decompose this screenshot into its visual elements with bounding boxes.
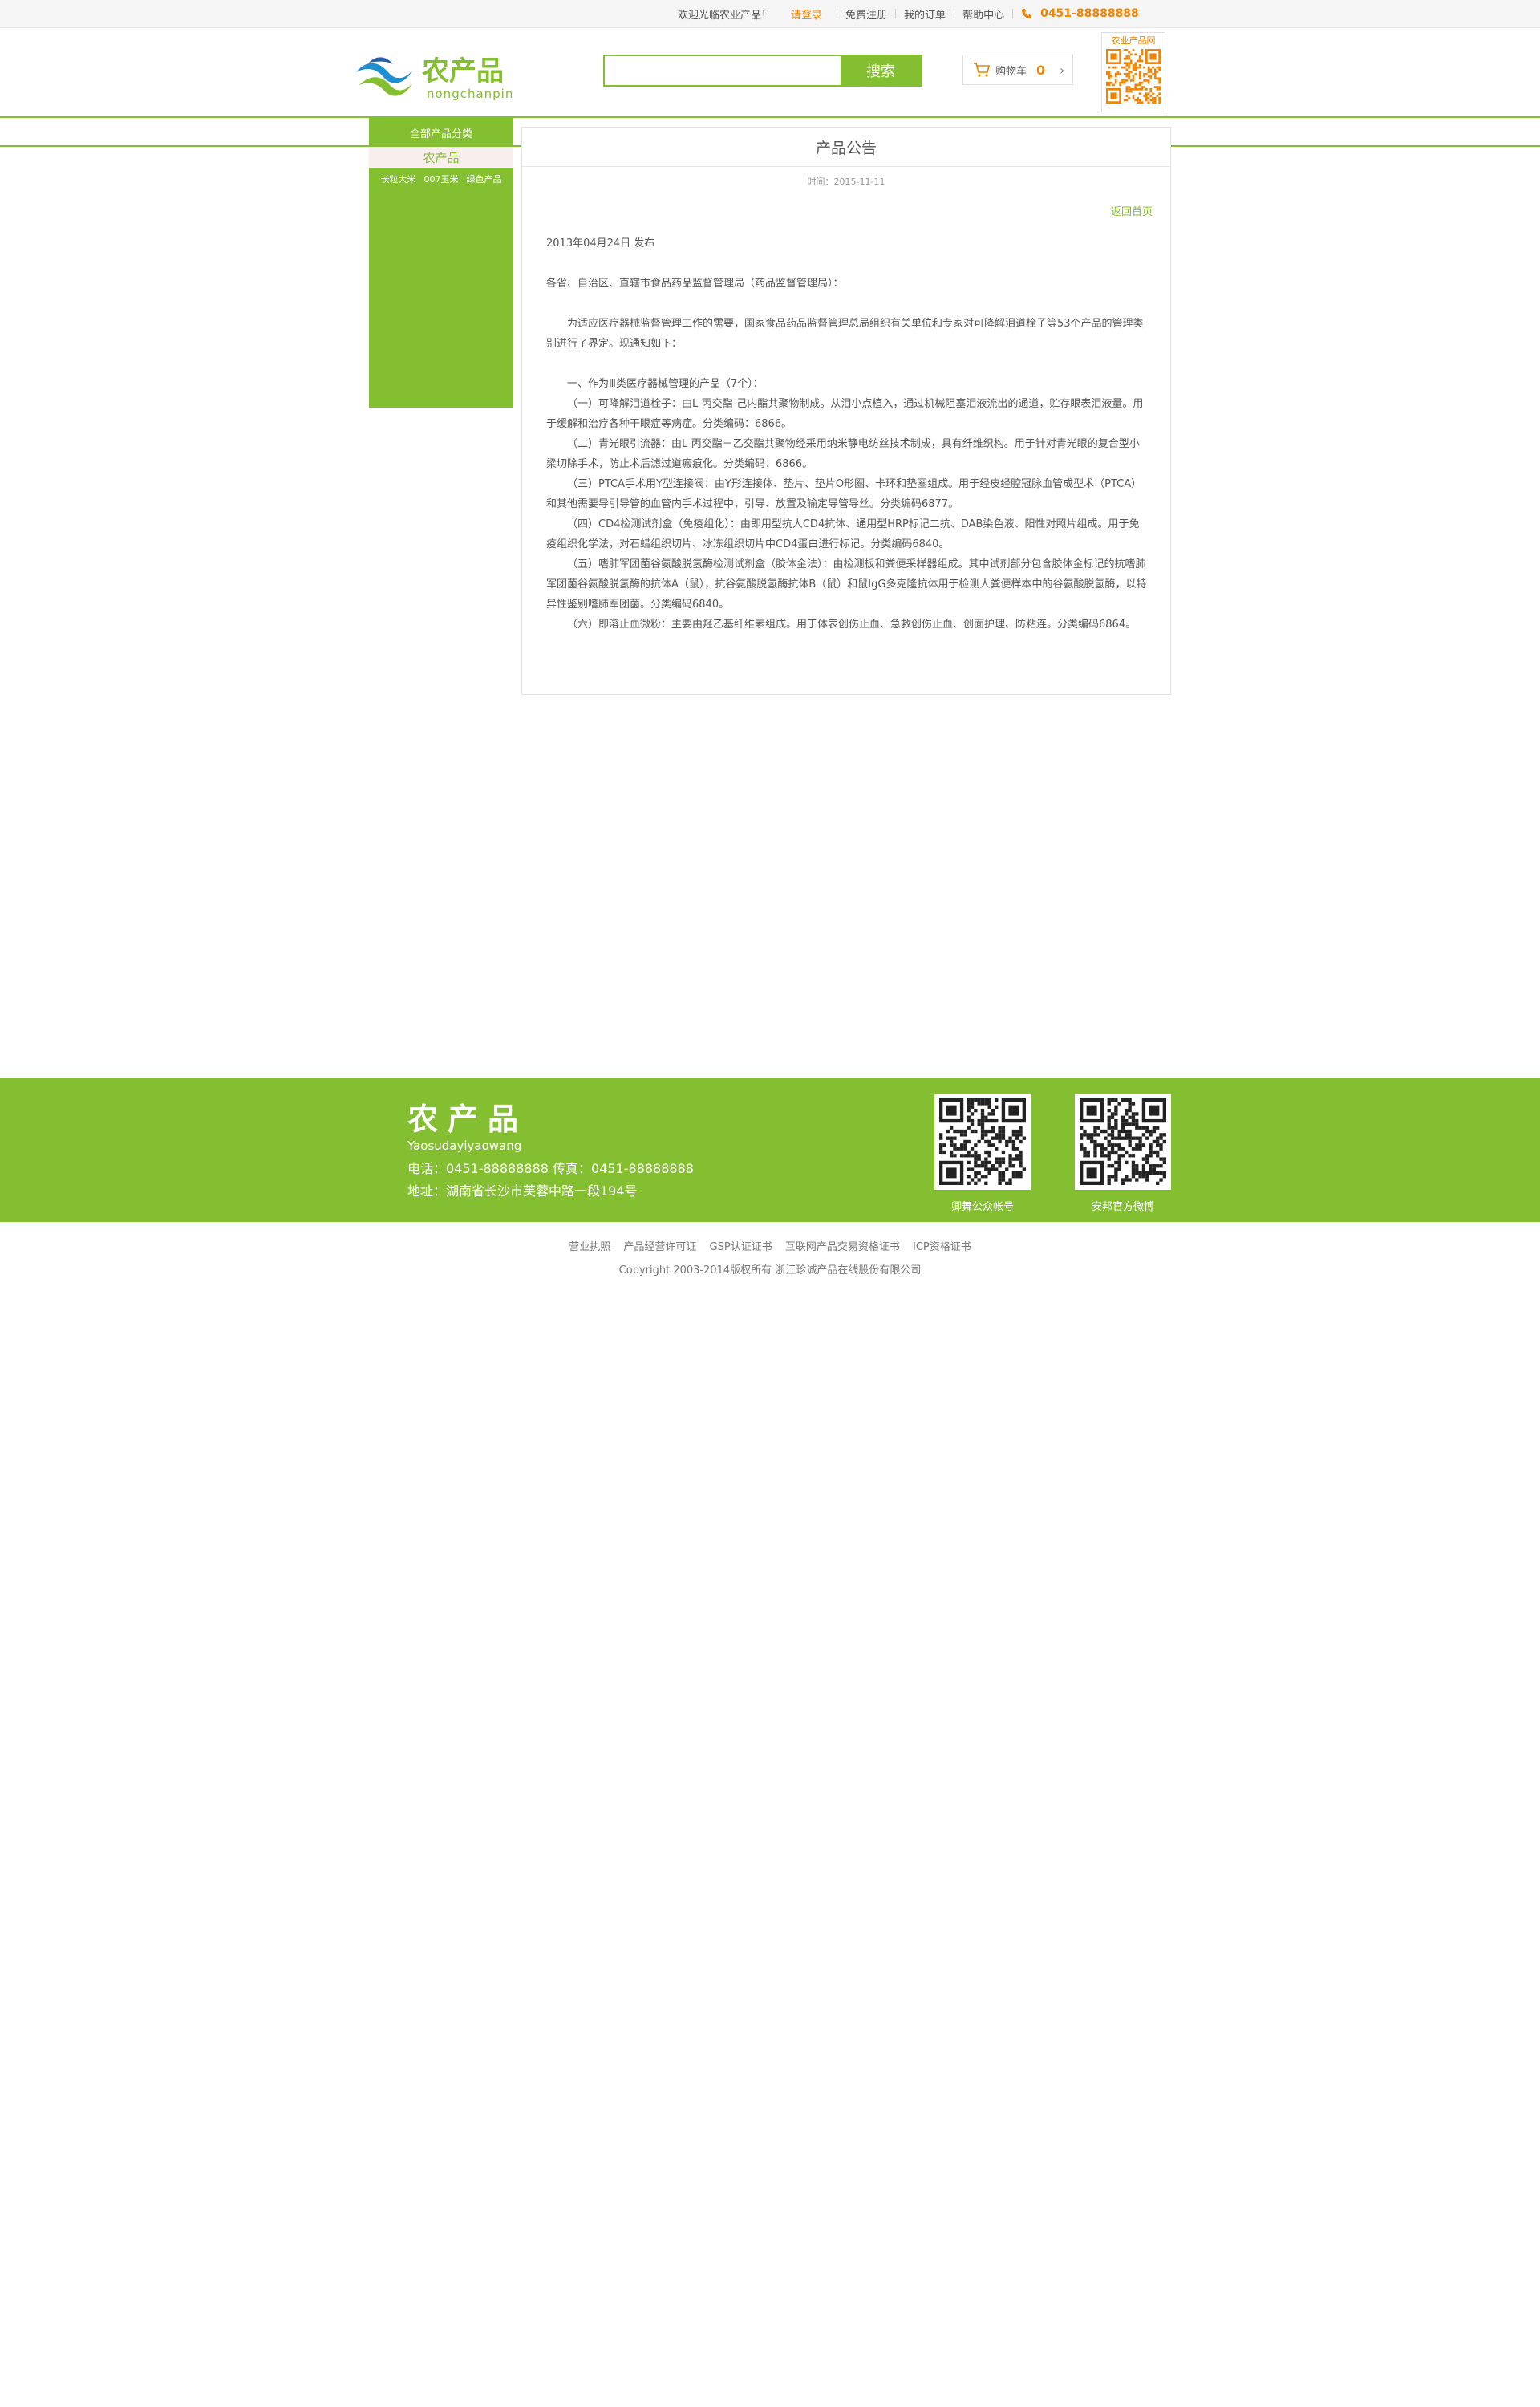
article-item: （一）可降解泪道栓子：由L-丙交酯-己内酯共聚物制成。从泪小点植入，通过机械阻塞… xyxy=(546,398,1144,430)
article-item: （二）青光眼引流器：由L-丙交酯－乙交酯共聚物经采用纳米静电纺丝技术制成，具有纤… xyxy=(546,438,1140,470)
qr-code-icon xyxy=(1106,49,1161,104)
article-item: （五）嗜肺军团菌谷氨酸脱氢酶检测试剂盒（胶体金法）：由检测板和粪便采样器组成。其… xyxy=(546,558,1147,611)
footer-contact: 电话：0451-88888888 传真：0451-88888888 地址：湖南省… xyxy=(407,1158,694,1203)
footer-qr-weibo: 安邦官方微博 xyxy=(1075,1094,1171,1213)
all-categories-button[interactable]: 全部产品分类 xyxy=(369,118,513,147)
footer-link[interactable]: 营业执照 xyxy=(569,1241,610,1253)
category-link-rice[interactable]: 长粒大米 xyxy=(381,173,416,185)
footer-link[interactable]: ICP资格证书 xyxy=(913,1241,971,1253)
qr-caption: 卿舞公众帐号 xyxy=(950,1201,1014,1213)
category-title[interactable]: 农产品 xyxy=(369,147,513,168)
top-links: 欢迎光临农业产品！ 请登录 免费注册 我的订单 帮助中心 0451-888888… xyxy=(678,0,1139,27)
logo-cn: 农产品 xyxy=(422,55,504,87)
footer-qr-wechat: 卿舞公众帐号 xyxy=(934,1094,1031,1213)
search-button[interactable]: 搜索 xyxy=(841,56,921,85)
chevron-right-icon: › xyxy=(1060,62,1065,78)
divider xyxy=(895,9,897,18)
hotline-number: 0451-88888888 xyxy=(1040,7,1139,20)
cart-count: 0 xyxy=(1036,62,1046,78)
qr-label: 农业产品网 xyxy=(1111,35,1156,46)
phone-icon xyxy=(1022,9,1032,18)
hotline: 0451-88888888 xyxy=(1021,7,1139,20)
category-sidebar: 农产品 长粒大米 007玉米 绿色产品 xyxy=(369,147,513,408)
help-link[interactable]: 帮助中心 xyxy=(962,6,1004,22)
footer-links: 营业执照 产品经营许可证 GSP认证证书 互联网产品交易资格证书 ICP资格证书 xyxy=(0,1238,1540,1253)
orders-link[interactable]: 我的订单 xyxy=(904,6,946,22)
login-link[interactable]: 请登录 xyxy=(791,6,822,22)
footer-phone: 电话：0451-88888888 传真：0451-88888888 xyxy=(407,1161,694,1176)
article-date: 2013年04月24日 发布 xyxy=(546,237,655,250)
header-qr: 农业产品网 xyxy=(1101,32,1165,112)
article-item: （四）CD4检测试剂盒（免疫组化）：由即用型抗人CD4抗体、通用型HRP标记二抗… xyxy=(546,518,1140,550)
category-links: 长粒大米 007玉米 绿色产品 xyxy=(369,173,513,185)
nav-divider xyxy=(0,116,1540,118)
divider xyxy=(1012,9,1014,18)
qr-caption: 安邦官方微博 xyxy=(1091,1201,1154,1213)
footer-logo: 农产品 xyxy=(407,1102,529,1137)
article-item: （三）PTCA手术用Y型连接阀：由Y形连接体、垫片、垫片O形圈、卡环和垫圈组成。… xyxy=(546,478,1142,510)
search-box: 搜索 xyxy=(603,55,922,87)
article-salutation: 各省、自治区、直辖市食品药品监督管理局（药品监督管理局）： xyxy=(546,278,844,290)
article-intro: 为适应医疗器械监督管理工作的需要，国家食品药品监督管理总局组织有关单位和专家对可… xyxy=(546,318,1144,350)
category-link-green[interactable]: 绿色产品 xyxy=(467,173,502,185)
search-input[interactable] xyxy=(605,56,841,85)
logo-en: nongchanpin xyxy=(427,87,513,101)
article-title: 产品公告 xyxy=(522,128,1170,167)
footer-address: 地址：湖南省长沙市芙蓉中路一段194号 xyxy=(407,1183,638,1199)
cart-icon xyxy=(974,63,991,77)
article-item: （六）即溶止血微粉：主要由羟乙基纤维素组成。用于体表创伤止血、急救创伤止血、创面… xyxy=(567,619,1137,631)
qr-code-icon xyxy=(939,1098,1026,1185)
footer-link[interactable]: 互联网产品交易资格证书 xyxy=(785,1241,900,1253)
footer: 农产品 Yaosudayiyaowang 电话：0451-88888888 传真… xyxy=(0,1078,1540,1222)
copyright: Copyright 2003-2014版权所有 浙江珍诚产品在线股份有限公司 xyxy=(618,1264,922,1277)
welcome-text: 欢迎光临农业产品！ xyxy=(678,9,772,22)
category-link-corn[interactable]: 007玉米 xyxy=(424,173,459,185)
logo-mark-icon: 农产品 nongchanpin xyxy=(356,55,513,101)
cart-label: 购物车 xyxy=(995,65,1027,78)
register-link[interactable]: 免费注册 xyxy=(845,6,887,22)
site-logo[interactable]: 农产品 nongchanpin xyxy=(355,48,539,104)
article-panel: 产品公告 时间：2015-11-11 返回首页 2013年04月24日 发布 各… xyxy=(521,127,1171,695)
article-time: 时间：2015-11-11 xyxy=(807,177,886,187)
footer-subtitle: Yaosudayiyaowang xyxy=(407,1139,522,1153)
cart-button[interactable]: 购物车 0 › xyxy=(962,55,1073,85)
footer-link[interactable]: 产品经营许可证 xyxy=(623,1241,696,1253)
qr-code-icon xyxy=(1080,1098,1166,1185)
footer-link[interactable]: GSP认证证书 xyxy=(710,1241,772,1253)
top-bar: 欢迎光临农业产品！ 请登录 免费注册 我的订单 帮助中心 0451-888888… xyxy=(0,0,1540,28)
article-section: 一、作为Ⅲ类医疗器械管理的产品（7个）： xyxy=(567,378,764,390)
article-body: 2013年04月24日 发布 各省、自治区、直辖市食品药品监督管理局（药品监督管… xyxy=(546,233,1148,635)
back-home-link[interactable]: 返回首页 xyxy=(1111,203,1153,218)
